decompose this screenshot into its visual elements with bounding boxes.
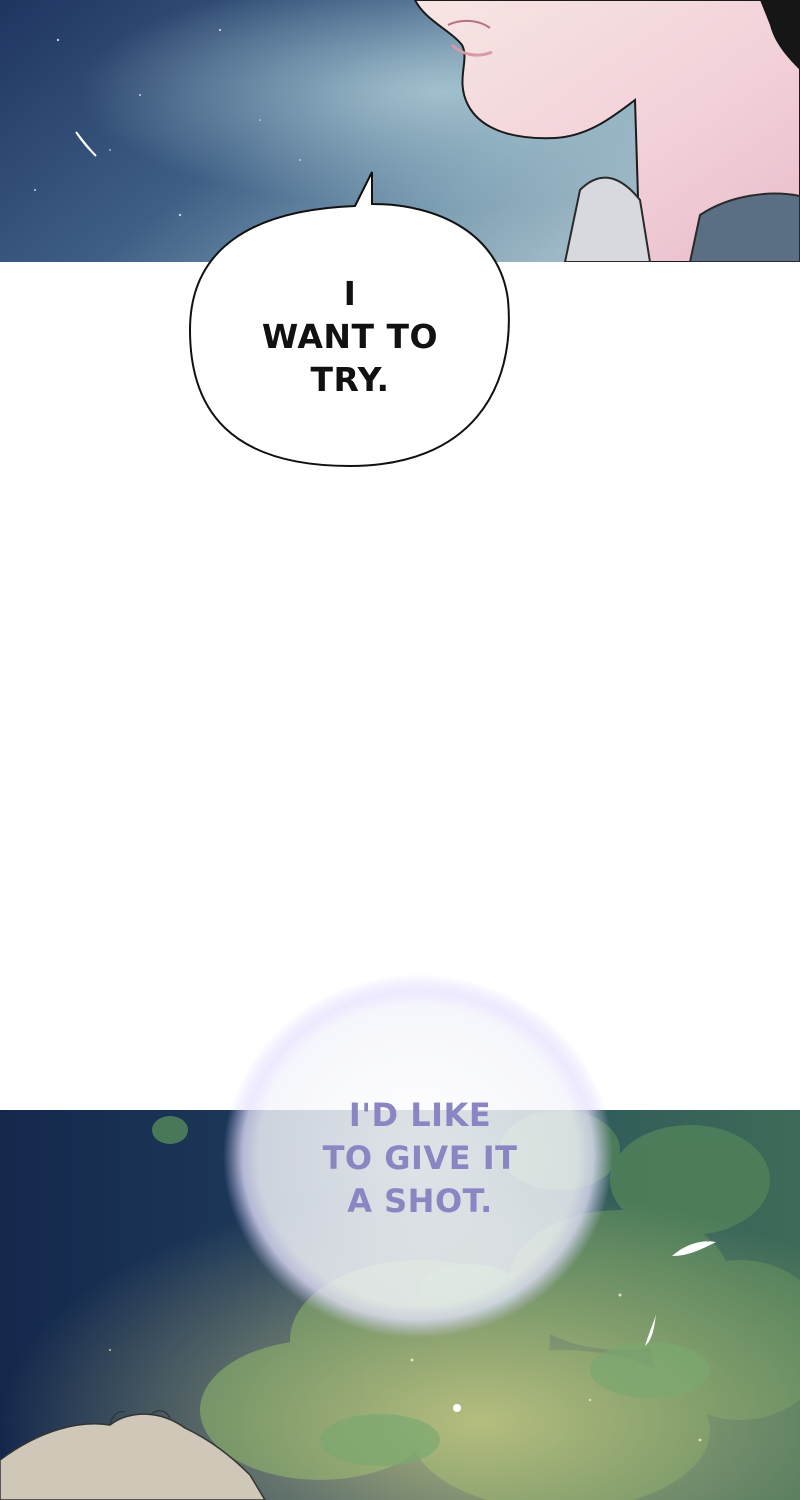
sparkle-icon xyxy=(453,1404,461,1412)
speech-line-2: WANT TO xyxy=(261,317,439,356)
speech-line-3: TRY. xyxy=(310,360,390,399)
speech-line-1: I xyxy=(343,274,357,313)
glow-line-1: I'D LIKE xyxy=(348,1096,492,1134)
speech-bubble-text: I WANT TO TRY. xyxy=(200,272,500,401)
glow-line-3: A SHOT. xyxy=(347,1182,493,1220)
glow-line-2: TO GIVE IT xyxy=(322,1139,518,1177)
glow-bubble-text: I'D LIKE TO GIVE IT A SHOT. xyxy=(270,1094,570,1223)
speech-bubble xyxy=(188,171,510,468)
